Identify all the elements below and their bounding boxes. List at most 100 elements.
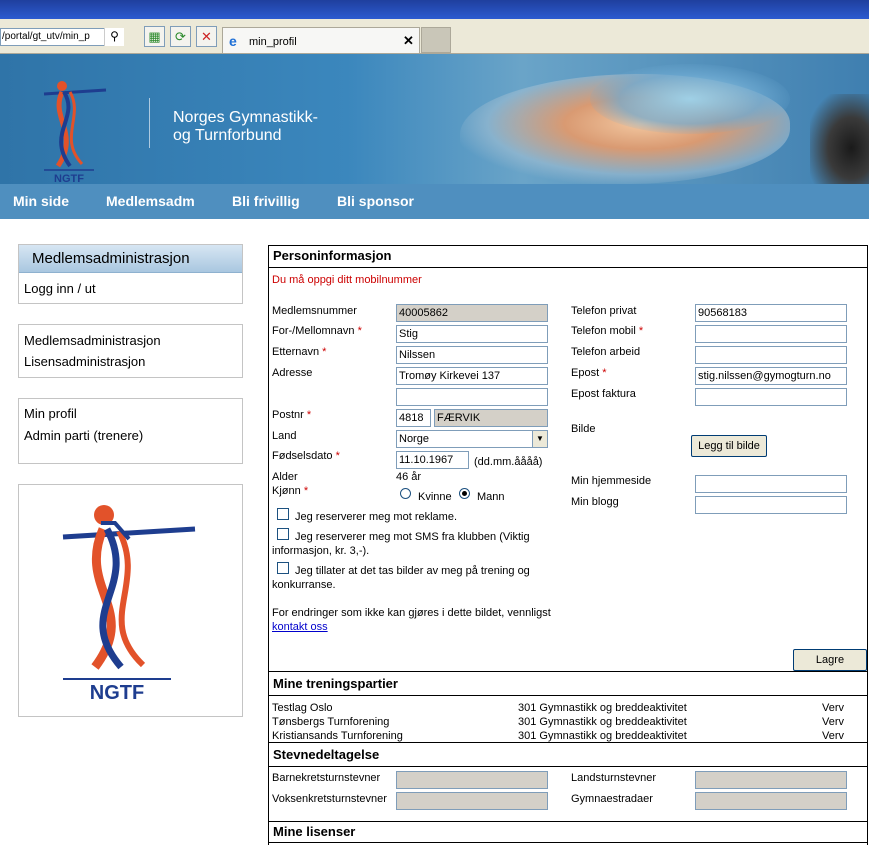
label-sms-cont: informasjon, kr. 3,-). — [272, 545, 370, 557]
voksenkretsturnstevner-field — [396, 792, 548, 810]
nav-bli-frivillig[interactable]: Bli frivillig — [232, 193, 300, 209]
save-button[interactable]: Lagre — [793, 649, 867, 671]
checkbox-sms[interactable] — [277, 528, 289, 540]
sidebar-title: Medlemsadministrasjon — [19, 245, 242, 273]
browser-tab[interactable]: e min_profil ✕ — [222, 27, 420, 53]
ie-icon: e — [229, 33, 237, 49]
club-name: Tønsbergs Turnforening — [272, 716, 390, 728]
sidebar-item-admin-parti[interactable]: Admin parti (trenere) — [24, 428, 143, 443]
ngtf-logo-large: NGTF — [62, 505, 196, 704]
sidebar-logo-box: NGTF — [18, 484, 243, 717]
label-barnekretsturnstevner: Barnekretsturnstevner — [272, 772, 381, 784]
sidebar-profile-box: Min profil Admin parti (trenere) — [18, 398, 243, 464]
tlf-privat-field[interactable]: 90568183 — [695, 304, 847, 322]
add-image-button[interactable]: Legg til bilde — [691, 435, 767, 457]
logo-text: NGTF — [54, 173, 84, 184]
sidebar-login-box: Medlemsadministrasjon Logg inn / ut — [18, 244, 243, 304]
label-tlf-arbeid: Telefon arbeid — [571, 346, 641, 358]
label-tlf-mobil: Telefon mobil * — [571, 325, 644, 337]
banner-photo — [810, 94, 869, 184]
radio-kvinne[interactable] — [400, 488, 411, 499]
label-fornavn: For-/Mellomnavn * — [272, 325, 362, 337]
tlf-arbeid-field[interactable] — [695, 346, 847, 364]
label-land: Land — [272, 430, 297, 442]
info-text: For endringer som ikke kan gjøres i dett… — [272, 607, 551, 619]
group-name: 301 Gymnastikk og breddeaktivitet — [518, 730, 687, 742]
landsturnstevner-field — [695, 771, 847, 789]
club-name: Testlag Oslo — [272, 702, 333, 714]
section-lisenser: Mine lisenser — [269, 821, 867, 843]
hjemmeside-field[interactable] — [695, 475, 847, 493]
group-name: 301 Gymnastikk og breddeaktivitet — [518, 702, 687, 714]
label-voksenkretsturnstevner: Voksenkretsturnstevner — [272, 793, 387, 805]
org-name: Norges Gymnastikk- og Turnforbund — [173, 109, 373, 145]
label-kvinne: Kvinne — [418, 491, 452, 503]
tab-title: min_profil — [249, 36, 297, 48]
warning-text: Du må oppgi ditt mobilnummer — [272, 274, 422, 286]
contact-link[interactable]: kontakt oss — [272, 621, 328, 633]
nav-medlemsadm[interactable]: Medlemsadm — [106, 193, 195, 209]
land-select[interactable]: Norge ▼ — [396, 430, 548, 448]
sidebar-item-min-profil[interactable]: Min profil — [24, 406, 77, 421]
radio-mann[interactable] — [459, 488, 470, 499]
label-etternavn: Etternavn * — [272, 346, 327, 358]
poststed-field: FÆRVIK — [434, 409, 548, 427]
barnekretsturnstevner-field — [396, 771, 548, 789]
verv-link[interactable]: Verv — [822, 702, 844, 714]
sidebar-admin-box: Medlemsadministrasjon Lisensadministrasj… — [18, 324, 243, 378]
epost-faktura-field[interactable] — [695, 388, 847, 406]
nav-min-side[interactable]: Min side — [13, 193, 69, 209]
label-blogg: Min blogg — [571, 496, 619, 508]
gymnaestradaer-field — [695, 792, 847, 810]
label-bilder: Jeg tillater at det tas bilder av meg på… — [295, 565, 530, 577]
label-epost-faktura: Epost faktura — [571, 388, 636, 400]
etternavn-field[interactable]: Nilssen — [396, 346, 548, 364]
org-name-line1: Norges Gymnastikk- — [173, 109, 318, 126]
login-logout-link[interactable]: Logg inn / ut — [24, 281, 96, 296]
label-postnr: Postnr * — [272, 409, 312, 421]
adresse2-field[interactable] — [396, 388, 548, 406]
refresh-icon[interactable]: ⟳ — [170, 26, 191, 47]
chevron-down-icon[interactable]: ▼ — [532, 431, 547, 447]
label-fodselsdato: Fødselsdato * — [272, 450, 340, 462]
site-banner: NGTF Norges Gymnastikk- og Turnforbund — [0, 54, 869, 184]
adresse-field[interactable]: Tromøy Kirkevei 137 — [396, 367, 548, 385]
postnr-field[interactable]: 4818 — [396, 409, 431, 427]
label-tlf-privat: Telefon privat — [571, 305, 637, 317]
epost-field[interactable]: stig.nilssen@gymogturn.no — [695, 367, 847, 385]
blogg-field[interactable] — [695, 496, 847, 514]
new-tab-button[interactable] — [421, 27, 451, 53]
nav-bli-sponsor[interactable]: Bli sponsor — [337, 193, 414, 209]
label-alder: Alder — [272, 471, 298, 483]
group-name: 301 Gymnastikk og breddeaktivitet — [518, 716, 687, 728]
alder-value: 46 år — [396, 471, 422, 483]
label-bilde: Bilde — [571, 423, 596, 435]
sidebar-item-lisensadministrasjon[interactable]: Lisensadministrasjon — [24, 354, 145, 369]
main-nav: Min side Medlemsadm Bli frivillig Bli sp… — [0, 184, 869, 219]
search-icon[interactable]: ⚲ — [104, 28, 124, 46]
checkbox-reklame[interactable] — [277, 508, 289, 520]
logo-text: NGTF — [90, 682, 144, 704]
verv-link[interactable]: Verv — [822, 716, 844, 728]
label-medlemsnummer: Medlemsnummer — [272, 305, 357, 317]
date-format-hint: (dd.mm.åååå) — [474, 456, 543, 468]
compatibility-icon[interactable]: ▦ — [144, 26, 165, 47]
label-bilder-cont: konkurranse. — [272, 579, 336, 591]
sidebar-item-medlemsadministrasjon[interactable]: Medlemsadministrasjon — [24, 333, 161, 348]
ngtf-logo[interactable]: NGTF — [40, 78, 110, 184]
profile-panel: Personinformasjon Du må oppgi ditt mobil… — [268, 245, 868, 845]
label-sms: Jeg reserverer meg mot SMS fra klubben (… — [295, 531, 530, 543]
divider — [149, 98, 150, 148]
section-personinformasjon: Personinformasjon — [269, 246, 867, 268]
verv-link[interactable]: Verv — [822, 730, 844, 742]
banner-photo — [590, 64, 790, 134]
fornavn-field[interactable]: Stig — [396, 325, 548, 343]
window-titlebar — [0, 0, 869, 19]
tlf-mobil-field[interactable] — [695, 325, 847, 343]
close-icon[interactable]: ✕ — [403, 33, 414, 49]
section-stevnedeltagelse: Stevnedeltagelse — [269, 742, 867, 767]
fodselsdato-field[interactable]: 11.10.1967 — [396, 451, 469, 469]
medlemsnummer-field: 40005862 — [396, 304, 548, 322]
checkbox-bilder[interactable] — [277, 562, 289, 574]
stop-icon[interactable]: ✕ — [196, 26, 217, 47]
